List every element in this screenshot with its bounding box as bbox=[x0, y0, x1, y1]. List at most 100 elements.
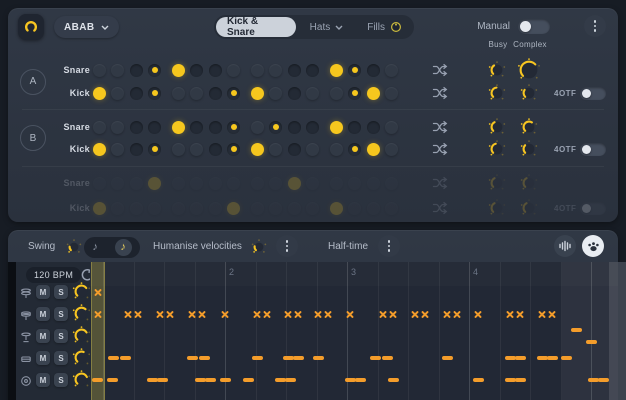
note-dash[interactable] bbox=[586, 340, 597, 344]
step-dot[interactable] bbox=[348, 143, 361, 156]
note-dash[interactable] bbox=[598, 378, 609, 382]
note-dash[interactable] bbox=[571, 328, 582, 332]
humanise-menu-button[interactable] bbox=[276, 235, 298, 257]
note-dash[interactable] bbox=[547, 356, 558, 360]
note-dash[interactable] bbox=[283, 356, 294, 360]
step-dot[interactable] bbox=[190, 64, 203, 77]
step-dot[interactable] bbox=[209, 87, 222, 100]
note-dash[interactable] bbox=[537, 356, 548, 360]
note-hit-marker[interactable] bbox=[94, 310, 103, 319]
track-mute-button[interactable]: M bbox=[36, 351, 50, 365]
step-dot[interactable] bbox=[130, 64, 143, 77]
note-hit-marker[interactable] bbox=[421, 310, 430, 319]
note-dash[interactable] bbox=[505, 378, 516, 382]
note-dash[interactable] bbox=[382, 356, 393, 360]
step-dot[interactable] bbox=[288, 87, 301, 100]
note-hit-marker[interactable] bbox=[411, 310, 420, 319]
shuffle-button[interactable] bbox=[432, 86, 448, 100]
otf-toggle[interactable] bbox=[580, 87, 606, 100]
note-hit-marker[interactable] bbox=[379, 310, 388, 319]
note-dash[interactable] bbox=[345, 378, 356, 382]
scrollbar[interactable] bbox=[618, 262, 626, 400]
swing-knob[interactable] bbox=[66, 239, 82, 260]
step-dot[interactable] bbox=[385, 121, 398, 134]
step-dot[interactable] bbox=[190, 121, 203, 134]
otf-toggle[interactable] bbox=[580, 143, 606, 156]
step-dot[interactable] bbox=[330, 87, 343, 100]
note-hit-marker[interactable] bbox=[253, 310, 262, 319]
step-dot[interactable] bbox=[209, 64, 222, 77]
complex-knob[interactable] bbox=[520, 118, 538, 141]
note-hit-marker[interactable] bbox=[198, 310, 207, 319]
note-hit-marker[interactable] bbox=[548, 310, 557, 319]
step-dot[interactable] bbox=[251, 121, 264, 134]
track-mute-button[interactable]: M bbox=[36, 373, 50, 387]
step-dot[interactable] bbox=[93, 121, 106, 134]
step-dot[interactable] bbox=[367, 121, 380, 134]
step-dot[interactable] bbox=[227, 143, 240, 156]
note-dash[interactable] bbox=[370, 356, 381, 360]
step-dot[interactable] bbox=[330, 121, 343, 134]
note-dash[interactable] bbox=[187, 356, 198, 360]
note-hit-marker[interactable] bbox=[294, 310, 303, 319]
step-dot[interactable] bbox=[251, 143, 264, 156]
swung-note-icon[interactable]: ♪ bbox=[115, 239, 132, 256]
note-hit-marker[interactable] bbox=[94, 288, 103, 297]
note-dash[interactable] bbox=[388, 378, 399, 382]
step-dot[interactable] bbox=[269, 121, 282, 134]
track-mute-button[interactable]: M bbox=[36, 329, 50, 343]
note-dash[interactable] bbox=[442, 356, 453, 360]
note-dash[interactable] bbox=[205, 378, 216, 382]
eighth-note-icon[interactable]: ♪ bbox=[92, 242, 98, 253]
step-dot[interactable] bbox=[330, 143, 343, 156]
step-dot[interactable] bbox=[367, 64, 380, 77]
note-dash[interactable] bbox=[243, 378, 254, 382]
note-dash[interactable] bbox=[588, 378, 599, 382]
step-dot[interactable] bbox=[330, 64, 343, 77]
step-dot[interactable] bbox=[306, 121, 319, 134]
step-dot[interactable] bbox=[306, 87, 319, 100]
note-hit-marker[interactable] bbox=[134, 310, 143, 319]
note-dash[interactable] bbox=[220, 378, 231, 382]
note-dash[interactable] bbox=[157, 378, 168, 382]
note-grid[interactable]: 234 bbox=[90, 262, 618, 400]
busy-knob[interactable] bbox=[488, 84, 506, 107]
note-hit-marker[interactable] bbox=[474, 310, 483, 319]
busy-knob[interactable] bbox=[488, 118, 506, 141]
note-hit-marker[interactable] bbox=[284, 310, 293, 319]
step-dot[interactable] bbox=[172, 143, 185, 156]
step-dot[interactable] bbox=[288, 143, 301, 156]
step-dot[interactable] bbox=[367, 87, 380, 100]
shuffle-button[interactable] bbox=[432, 142, 448, 156]
note-hit-marker[interactable] bbox=[263, 310, 272, 319]
note-hit-marker[interactable] bbox=[538, 310, 547, 319]
note-hit-marker[interactable] bbox=[346, 310, 355, 319]
step-dot[interactable] bbox=[306, 64, 319, 77]
track-solo-button[interactable]: S bbox=[54, 351, 68, 365]
note-dash[interactable] bbox=[313, 356, 324, 360]
note-hit-marker[interactable] bbox=[516, 310, 525, 319]
step-dot[interactable] bbox=[93, 64, 106, 77]
step-dot[interactable] bbox=[148, 143, 161, 156]
step-dot[interactable] bbox=[269, 143, 282, 156]
note-hit-marker[interactable] bbox=[221, 310, 230, 319]
step-dot[interactable] bbox=[190, 143, 203, 156]
note-dash[interactable] bbox=[561, 356, 572, 360]
step-dot[interactable] bbox=[348, 64, 361, 77]
note-hit-marker[interactable] bbox=[324, 310, 333, 319]
step-dot[interactable] bbox=[227, 64, 240, 77]
track-level-knob[interactable] bbox=[72, 326, 91, 350]
step-dot[interactable] bbox=[227, 87, 240, 100]
step-dot[interactable] bbox=[172, 64, 185, 77]
note-dash[interactable] bbox=[92, 378, 103, 382]
shuffle-button[interactable] bbox=[432, 120, 448, 134]
step-dot[interactable] bbox=[288, 121, 301, 134]
step-dot[interactable] bbox=[209, 121, 222, 134]
step-dot[interactable] bbox=[130, 143, 143, 156]
track-level-knob[interactable] bbox=[72, 348, 91, 372]
halftime-menu-button[interactable] bbox=[378, 235, 400, 257]
note-dash[interactable] bbox=[108, 356, 119, 360]
step-dot[interactable] bbox=[348, 87, 361, 100]
step-dot[interactable] bbox=[172, 87, 185, 100]
step-dot[interactable] bbox=[93, 143, 106, 156]
